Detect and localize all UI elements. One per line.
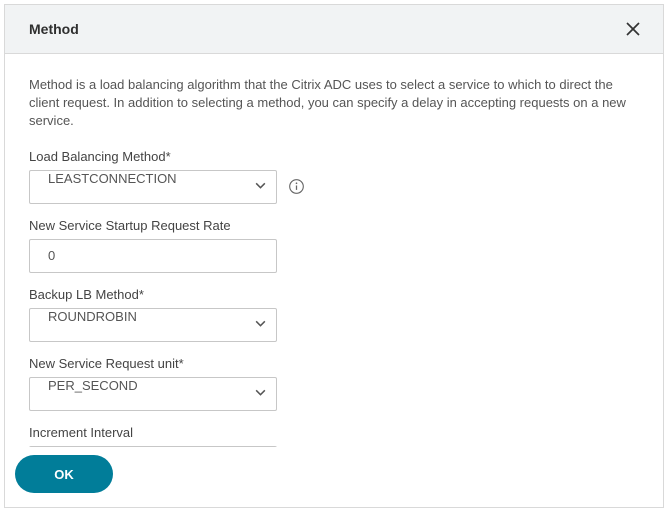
field-startup-rate: New Service Startup Request Rate (29, 218, 639, 273)
description-text: Method is a load balancing algorithm tha… (29, 76, 639, 131)
startup-rate-input[interactable] (29, 239, 277, 273)
panel-body: Method is a load balancing algorithm tha… (5, 54, 663, 447)
request-unit-select[interactable]: PER_SECOND (29, 377, 277, 411)
startup-rate-label: New Service Startup Request Rate (29, 218, 639, 233)
field-increment-interval: Increment Interval (29, 425, 639, 447)
panel-title: Method (29, 21, 79, 37)
backup-method-select[interactable]: ROUNDROBIN (29, 308, 277, 342)
close-icon[interactable] (623, 19, 643, 39)
panel-footer: OK (5, 447, 663, 507)
field-request-unit: New Service Request unit* PER_SECOND (29, 356, 639, 411)
backup-method-label: Backup LB Method* (29, 287, 639, 302)
info-icon[interactable] (287, 178, 305, 196)
field-lb-method: Load Balancing Method* LEASTCONNECTION (29, 149, 639, 204)
ok-button[interactable]: OK (15, 455, 113, 493)
lb-method-select[interactable]: LEASTCONNECTION (29, 170, 277, 204)
field-backup-method: Backup LB Method* ROUNDROBIN (29, 287, 639, 342)
request-unit-label: New Service Request unit* (29, 356, 639, 371)
lb-method-label: Load Balancing Method* (29, 149, 639, 164)
increment-interval-label: Increment Interval (29, 425, 639, 440)
method-panel: Method Method is a load balancing algori… (4, 4, 664, 508)
panel-header: Method (5, 5, 663, 54)
